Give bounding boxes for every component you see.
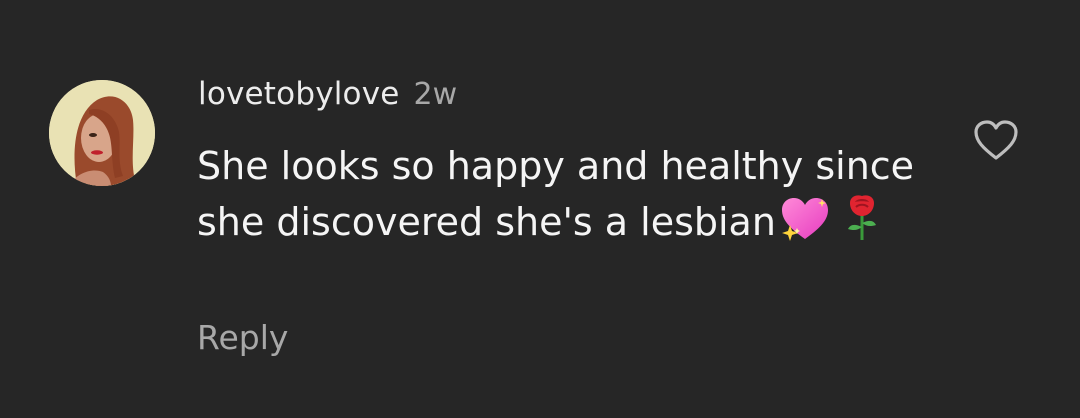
timestamp: 2w: [413, 77, 458, 112]
sparkling-heart-emoji-icon: [778, 195, 832, 241]
comment-header: lovetobylove 2w: [198, 76, 457, 112]
rose-emoji-icon: [842, 193, 882, 241]
avatar-photo: [49, 80, 155, 186]
reply-button[interactable]: Reply: [197, 318, 288, 357]
comment-text: She looks so happy and healthy since she…: [197, 140, 917, 249]
heart-outline-icon[interactable]: [972, 118, 1020, 162]
avatar[interactable]: [49, 80, 155, 186]
username-link[interactable]: lovetobylove: [198, 76, 400, 112]
comment-item: lovetobylove 2w She looks so happy and he…: [0, 0, 1080, 418]
